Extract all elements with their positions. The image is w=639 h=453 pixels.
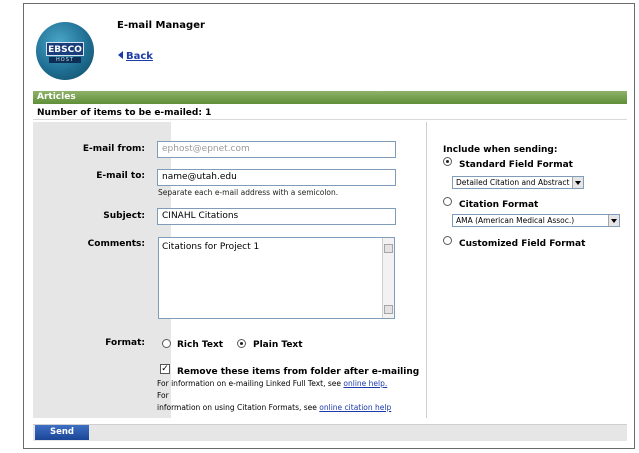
send-button[interactable]: Send <box>35 425 89 440</box>
citation-format-radio[interactable] <box>443 197 452 206</box>
ebsco-host-logo: EBSCO HOST <box>36 22 94 80</box>
form-label-column <box>33 122 171 418</box>
include-heading: Include when sending: <box>443 145 558 155</box>
comments-field[interactable]: Citations for Project 1 <box>158 237 395 319</box>
back-arrow-icon <box>118 51 123 59</box>
help-note-prefix-1: For information on e-mailing Linked Full… <box>157 379 344 388</box>
back-link-label: Back <box>126 51 153 62</box>
logo-subtext: HOST <box>49 57 81 63</box>
email-to-hint: Separate each e-mail address with a semi… <box>158 188 339 197</box>
comments-text: Citations for Project 1 <box>162 242 260 252</box>
remove-items-checkbox[interactable]: ✓ <box>160 364 170 374</box>
citation-format-select-value: AMA (American Medical Assoc.) <box>456 216 575 225</box>
email-from-field[interactable]: ephost@epnet.com <box>157 141 396 158</box>
rich-text-label: Rich Text <box>177 340 224 350</box>
subject-label: Subject: <box>103 211 145 221</box>
chevron-down-icon <box>608 215 619 226</box>
standard-format-label: Standard Field Format <box>459 160 573 170</box>
customized-format-label: Customized Field Format <box>459 239 586 249</box>
help-note-suffix-1: For <box>157 391 169 400</box>
back-link[interactable]: Back <box>118 51 153 62</box>
help-note-line-2: information on using Citation Formats, s… <box>157 402 397 414</box>
items-count: Number of items to be e-mailed: 1 <box>33 106 627 120</box>
section-header-articles: Articles <box>33 91 627 104</box>
chevron-down-icon <box>572 177 583 188</box>
help-note-line-1: For information on e-mailing Linked Full… <box>157 378 397 402</box>
email-from-label: E-mail from: <box>82 144 145 154</box>
subject-field[interactable]: CINAHL Citations <box>157 208 396 225</box>
comments-label: Comments: <box>87 239 145 249</box>
plain-text-label: Plain Text <box>253 340 303 350</box>
email-to-field[interactable]: name@utah.edu <box>157 169 396 186</box>
citation-format-select[interactable]: AMA (American Medical Assoc.) <box>452 214 620 227</box>
standard-format-select-value: Detailed Citation and Abstract <box>456 178 570 187</box>
scroll-down-button[interactable] <box>384 305 393 314</box>
help-note-prefix-2: information on using Citation Formats, s… <box>157 403 320 412</box>
comments-scrollbar[interactable] <box>382 238 394 318</box>
email-to-label: E-mail to: <box>96 171 145 181</box>
action-bar <box>33 424 627 441</box>
logo-text: EBSCO <box>46 42 84 56</box>
plain-text-radio[interactable] <box>237 339 246 348</box>
rich-text-radio[interactable] <box>162 339 171 348</box>
online-help-link[interactable]: online help. <box>343 379 387 388</box>
standard-format-radio[interactable] <box>443 157 452 166</box>
customized-format-radio[interactable] <box>443 236 452 245</box>
standard-format-select[interactable]: Detailed Citation and Abstract <box>452 176 584 189</box>
help-note: For information on e-mailing Linked Full… <box>157 378 397 414</box>
format-label: Format: <box>105 338 145 348</box>
citation-format-label: Citation Format <box>459 200 539 210</box>
page-title: E-mail Manager <box>117 20 205 31</box>
online-citation-help-link[interactable]: online citation help <box>319 403 391 412</box>
scroll-up-button[interactable] <box>384 244 393 253</box>
remove-items-label: Remove these items from folder after e-m… <box>177 367 420 377</box>
